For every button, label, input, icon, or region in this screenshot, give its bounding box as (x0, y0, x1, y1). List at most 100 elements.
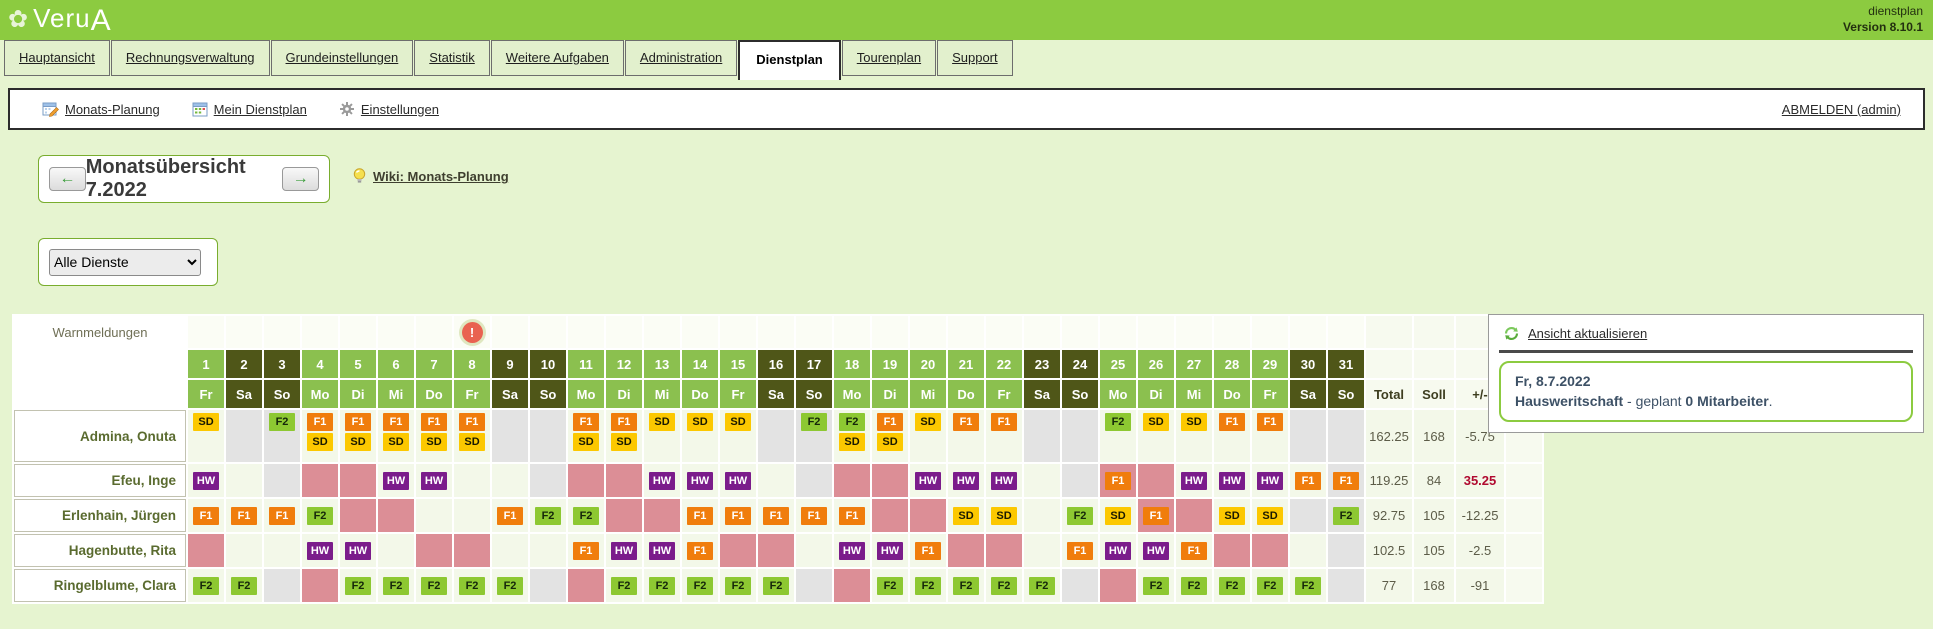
shift-badge-f2[interactable]: F2 (307, 507, 333, 525)
shift-badge-f1[interactable]: F1 (915, 542, 941, 560)
shift-badge-f2[interactable]: F2 (459, 577, 485, 595)
roster-cell[interactable]: HW (1100, 534, 1136, 567)
roster-cell[interactable]: SD (948, 499, 984, 532)
shift-badge-f1[interactable]: F1 (877, 413, 903, 431)
roster-cell[interactable]: HW (378, 464, 414, 497)
roster-cell[interactable]: F2 (910, 569, 946, 602)
roster-cell[interactable]: F1 (1176, 534, 1212, 567)
shift-badge-hw[interactable]: HW (1181, 472, 1207, 490)
roster-cell[interactable] (416, 534, 452, 567)
roster-cell[interactable] (1062, 410, 1098, 462)
shift-badge-f2[interactable]: F2 (1067, 507, 1093, 525)
roster-cell[interactable] (568, 464, 604, 497)
shift-badge-f2[interactable]: F2 (269, 413, 295, 431)
roster-cell[interactable]: F1 (568, 534, 604, 567)
tab-dienstplan[interactable]: Dienstplan (738, 40, 840, 80)
roster-cell[interactable] (720, 534, 756, 567)
roster-cell[interactable]: F1 (1252, 410, 1288, 462)
roster-cell[interactable]: F2 (568, 499, 604, 532)
shift-badge-f1[interactable]: F1 (687, 542, 713, 560)
roster-cell[interactable]: F2 (1252, 569, 1288, 602)
refresh-link[interactable]: Ansicht aktualisieren (1528, 326, 1647, 341)
shift-badge-f1[interactable]: F1 (1257, 413, 1283, 431)
shift-badge-f1[interactable]: F1 (231, 507, 257, 525)
roster-cell[interactable]: HW (302, 534, 338, 567)
roster-cell[interactable]: F1 SD (568, 410, 604, 462)
shift-badge-f2[interactable]: F2 (611, 577, 637, 595)
tab-link[interactable]: Administration (640, 50, 722, 65)
roster-cell[interactable] (226, 534, 262, 567)
roster-cell[interactable] (796, 464, 832, 497)
tab-link[interactable]: Statistik (429, 50, 475, 65)
logout-item[interactable]: ABMELDEN (admin) (1782, 102, 1901, 117)
roster-cell[interactable]: F2 (986, 569, 1022, 602)
shift-badge-f1[interactable]: F1 (991, 413, 1017, 431)
roster-cell[interactable] (1024, 464, 1060, 497)
roster-cell[interactable] (188, 534, 224, 567)
roster-cell[interactable] (530, 464, 566, 497)
shift-badge-sd[interactable]: SD (915, 413, 941, 431)
roster-cell[interactable]: F1SD (606, 410, 642, 462)
roster-cell[interactable]: F2 (492, 569, 528, 602)
roster-cell[interactable]: SD (1176, 410, 1212, 462)
roster-cell[interactable]: F1 (910, 534, 946, 567)
roster-cell[interactable]: F1 (1328, 464, 1364, 497)
shift-badge-hw[interactable]: HW (193, 472, 219, 490)
roster-cell[interactable]: F1 (1290, 464, 1326, 497)
shift-badge-sd[interactable]: SD (1257, 507, 1283, 525)
roster-cell[interactable]: F2 (1328, 499, 1364, 532)
roster-cell[interactable]: HW (644, 534, 680, 567)
roster-cell[interactable] (1328, 569, 1364, 602)
shift-badge-f2[interactable]: F2 (1029, 577, 1055, 595)
roster-cell[interactable]: SD (1138, 410, 1174, 462)
shift-badge-hw[interactable]: HW (1105, 542, 1131, 560)
roster-cell[interactable]: F1 (1062, 534, 1098, 567)
roster-cell[interactable] (1024, 410, 1060, 462)
shift-badge-f2[interactable]: F2 (1105, 413, 1131, 431)
shift-badge-f2[interactable]: F2 (383, 577, 409, 595)
roster-cell[interactable]: HW (834, 534, 870, 567)
roster-cell[interactable]: F2 (1024, 569, 1060, 602)
roster-cell[interactable]: HW (340, 534, 376, 567)
tab-link[interactable]: Hauptansicht (19, 50, 95, 65)
service-filter-select[interactable]: Alle Dienste (49, 249, 201, 276)
shift-badge-f2[interactable]: F2 (1219, 577, 1245, 595)
roster-cell[interactable] (492, 410, 528, 462)
shift-badge-sd[interactable]: SD (1219, 507, 1245, 525)
tab-weitere-aufgaben[interactable]: Weitere Aufgaben (491, 40, 624, 76)
roster-cell[interactable]: F1 (834, 499, 870, 532)
shift-badge-hw[interactable]: HW (839, 542, 865, 560)
roster-cell[interactable] (796, 534, 832, 567)
tab-statistik[interactable]: Statistik (414, 40, 490, 76)
roster-cell[interactable] (226, 464, 262, 497)
roster-cell[interactable] (454, 464, 490, 497)
shift-badge-sd[interactable]: SD (307, 433, 333, 451)
einstellungen-link[interactable]: Einstellungen (361, 102, 439, 117)
roster-cell[interactable] (1252, 534, 1288, 567)
toolbar-item-mein-dienstplan[interactable]: Mein Dienstplan (192, 101, 307, 117)
roster-cell[interactable]: F2 (188, 569, 224, 602)
toolbar-item-einstellungen[interactable]: Einstellungen (339, 101, 439, 117)
shift-badge-f2[interactable]: F2 (915, 577, 941, 595)
shift-badge-f1[interactable]: F1 (725, 507, 751, 525)
shift-badge-f1[interactable]: F1 (611, 413, 637, 431)
shift-badge-f1[interactable]: F1 (573, 413, 599, 431)
shift-badge-hw[interactable]: HW (877, 542, 903, 560)
roster-cell[interactable]: HW (872, 534, 908, 567)
tab-administration[interactable]: Administration (625, 40, 737, 76)
roster-cell[interactable]: F1 (1100, 464, 1136, 497)
shift-badge-f2[interactable]: F2 (231, 577, 257, 595)
roster-cell[interactable]: SD (188, 410, 224, 462)
shift-badge-sd[interactable]: SD (687, 413, 713, 431)
tab-link[interactable]: Tourenplan (857, 50, 921, 65)
roster-cell[interactable]: F2 (1176, 569, 1212, 602)
roster-cell[interactable] (454, 499, 490, 532)
roster-cell[interactable]: SD (1252, 499, 1288, 532)
shift-badge-sd[interactable]: SD (573, 433, 599, 451)
roster-cell[interactable] (948, 534, 984, 567)
shift-badge-f2[interactable]: F2 (1333, 507, 1359, 525)
roster-cell[interactable]: F1 (1138, 499, 1174, 532)
roster-cell[interactable] (758, 464, 794, 497)
shift-badge-f2[interactable]: F2 (687, 577, 713, 595)
shift-badge-f2[interactable]: F2 (1295, 577, 1321, 595)
